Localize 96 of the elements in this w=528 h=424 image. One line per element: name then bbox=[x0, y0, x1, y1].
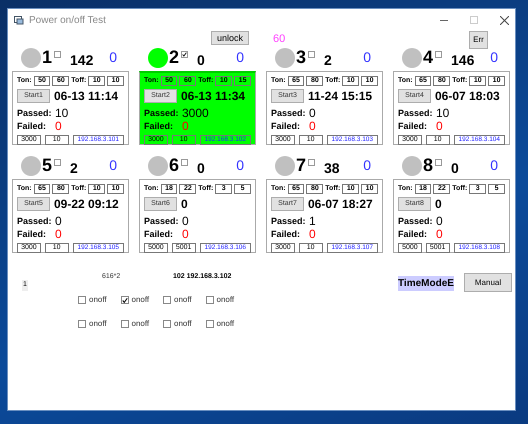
passed-label: Passed: bbox=[398, 107, 434, 120]
passed-label: Passed: bbox=[398, 215, 434, 228]
channel-number: 6 bbox=[169, 154, 180, 177]
error-count: 0 bbox=[363, 156, 371, 175]
channel-number: 7 bbox=[296, 154, 306, 177]
failed-count: 0 bbox=[309, 120, 316, 133]
passed-count: 0 bbox=[309, 107, 316, 120]
channel-checkbox[interactable] bbox=[435, 159, 442, 166]
onoff-label: onoff bbox=[132, 294, 150, 306]
onoff-checkbox[interactable] bbox=[78, 320, 86, 328]
error-count: 0 bbox=[363, 48, 371, 67]
failed-label: Failed: bbox=[271, 120, 302, 133]
passed-label: Passed: bbox=[17, 215, 53, 228]
passed-count: 0 bbox=[55, 215, 62, 228]
passed-count: 0 bbox=[436, 215, 443, 228]
failed-label: Failed: bbox=[144, 120, 174, 133]
failed-label: Failed: bbox=[398, 228, 428, 241]
failed-count: 0 bbox=[182, 120, 189, 133]
failed-label: Failed: bbox=[398, 120, 428, 133]
passed-label: Passed: bbox=[17, 107, 53, 120]
err-button[interactable]: Err bbox=[469, 31, 488, 49]
start-time: 06-13 11:34 bbox=[181, 89, 246, 103]
cycle-count: 2 bbox=[324, 50, 332, 70]
error-count: 0 bbox=[490, 156, 498, 175]
cycle-count: 38 bbox=[324, 158, 340, 178]
onoff-checkbox[interactable] bbox=[163, 296, 171, 304]
failed-label: Failed: bbox=[144, 228, 174, 241]
app-icon bbox=[14, 16, 24, 24]
counter-value: 60 bbox=[273, 32, 286, 47]
channel-number: 8 bbox=[423, 154, 434, 177]
channel-number: 5 bbox=[42, 154, 52, 177]
error-count: 0 bbox=[109, 156, 117, 175]
failed-count: 0 bbox=[182, 228, 189, 241]
onoff-label: onoff bbox=[216, 294, 234, 306]
passed-label: Passed: bbox=[271, 107, 307, 120]
cycle-count: 0 bbox=[451, 158, 459, 178]
passed-label: Passed: bbox=[144, 107, 180, 120]
channel-checkbox[interactable] bbox=[54, 51, 62, 58]
error-count: 0 bbox=[109, 48, 117, 67]
passed-count: 0 bbox=[182, 215, 189, 228]
failed-count: 0 bbox=[309, 228, 316, 241]
channel-checkbox[interactable] bbox=[308, 159, 316, 166]
channel-number: 2 bbox=[169, 46, 180, 69]
failed-count: 0 bbox=[436, 228, 443, 241]
onoff-checkbox[interactable] bbox=[206, 320, 214, 328]
passed-count: 10 bbox=[436, 107, 450, 120]
start-time: 11-24 15:15 bbox=[308, 89, 372, 103]
passed-count: 10 bbox=[55, 107, 68, 120]
cycle-count: 146 bbox=[451, 50, 474, 70]
passed-label: Passed: bbox=[144, 215, 180, 228]
onoff-checkbox[interactable] bbox=[120, 296, 128, 304]
onoff-label: onoff bbox=[174, 318, 192, 330]
channel-checkbox[interactable] bbox=[54, 159, 62, 166]
onoff-label: onoff bbox=[89, 294, 107, 306]
start-time: 06-13 11:14 bbox=[54, 89, 118, 103]
passed-count: 1 bbox=[309, 215, 316, 228]
onoff-label: onoff bbox=[174, 294, 192, 306]
error-count: 0 bbox=[236, 48, 244, 67]
onoff-checkbox[interactable] bbox=[163, 320, 171, 328]
onoff-label: onoff bbox=[132, 318, 150, 330]
channel-checkbox[interactable] bbox=[181, 159, 188, 166]
close-icon[interactable] bbox=[500, 16, 509, 24]
onoff-checkbox[interactable] bbox=[206, 296, 214, 304]
channel-checkbox[interactable] bbox=[308, 51, 316, 58]
channel-checkbox[interactable] bbox=[181, 51, 188, 58]
channel-number: 1 bbox=[42, 46, 52, 69]
onoff-checkbox[interactable] bbox=[120, 320, 128, 328]
mode-label: TimeModeE bbox=[398, 276, 454, 291]
unlock-button[interactable]: unlock bbox=[211, 31, 249, 45]
cycle-count: 142 bbox=[70, 50, 94, 70]
failed-count: 0 bbox=[55, 228, 62, 241]
onoff-checkbox[interactable] bbox=[78, 296, 86, 304]
channel-number: 4 bbox=[423, 46, 434, 69]
start-time: 0 bbox=[435, 197, 442, 211]
failed-count: 0 bbox=[436, 120, 443, 133]
onoff-label: onoff bbox=[89, 318, 107, 330]
error-count: 0 bbox=[490, 48, 498, 67]
error-count: 0 bbox=[236, 156, 244, 175]
channel-checkbox[interactable] bbox=[435, 51, 442, 58]
passed-count: 3000 bbox=[182, 107, 209, 120]
failed-count: 0 bbox=[55, 120, 62, 133]
cycle-count: 2 bbox=[70, 158, 78, 178]
failed-label: Failed: bbox=[17, 228, 48, 241]
start-time: 09-22 09:12 bbox=[54, 197, 119, 211]
start-time: 06-07 18:03 bbox=[435, 89, 500, 103]
cycle-count: 0 bbox=[197, 50, 205, 70]
manual-button[interactable]: Manual bbox=[464, 273, 512, 292]
start-time: 06-07 18:27 bbox=[308, 197, 373, 211]
start-time: 0 bbox=[181, 197, 188, 211]
channel-number: 3 bbox=[296, 46, 306, 69]
cycle-count: 0 bbox=[197, 158, 205, 178]
failed-label: Failed: bbox=[17, 120, 48, 133]
onoff-label: onoff bbox=[216, 318, 234, 330]
window-title: Power on/off Test bbox=[29, 14, 106, 28]
failed-label: Failed: bbox=[271, 228, 302, 241]
passed-label: Passed: bbox=[271, 215, 307, 228]
